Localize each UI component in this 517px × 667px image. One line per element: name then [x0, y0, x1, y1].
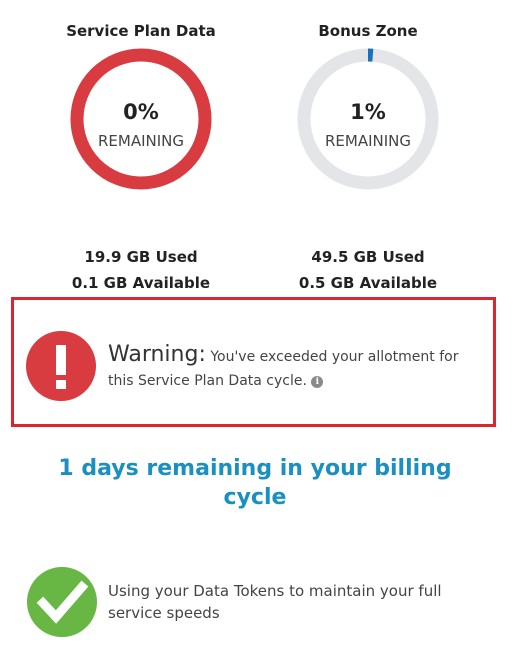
- bonus-zone-available: 0.5 GB Available: [298, 274, 438, 292]
- bonus-zone-percent: 1%: [350, 100, 386, 124]
- bonus-zone-title: Bonus Zone: [318, 22, 418, 40]
- info-icon[interactable]: i: [311, 376, 324, 388]
- warning-label: Warning:: [108, 342, 206, 367]
- service-plan-used: 19.9 GB Used: [84, 248, 198, 266]
- data-tokens-message: Using your Data Tokens to maintain your …: [108, 582, 442, 622]
- bonus-zone-used: 49.5 GB Used: [311, 248, 425, 266]
- service-plan-readout: 0% REMAINING: [70, 48, 212, 190]
- bonus-zone-readout: 1% REMAINING: [297, 48, 439, 190]
- billing-cycle-remaining: 1 days remaining in your billing cycle: [58, 456, 452, 510]
- service-plan-remaining-label: REMAINING: [97, 132, 184, 150]
- checkmark-icon: [27, 567, 97, 637]
- service-plan-available: 0.1 GB Available: [71, 274, 211, 292]
- service-plan-percent: 0%: [123, 100, 159, 124]
- bonus-zone-remaining-label: REMAINING: [324, 132, 411, 150]
- service-plan-title: Service Plan Data: [66, 22, 216, 40]
- warning-message: Warning: You've exceeded your allotment …: [108, 343, 488, 393]
- exclamation-icon: [26, 331, 96, 401]
